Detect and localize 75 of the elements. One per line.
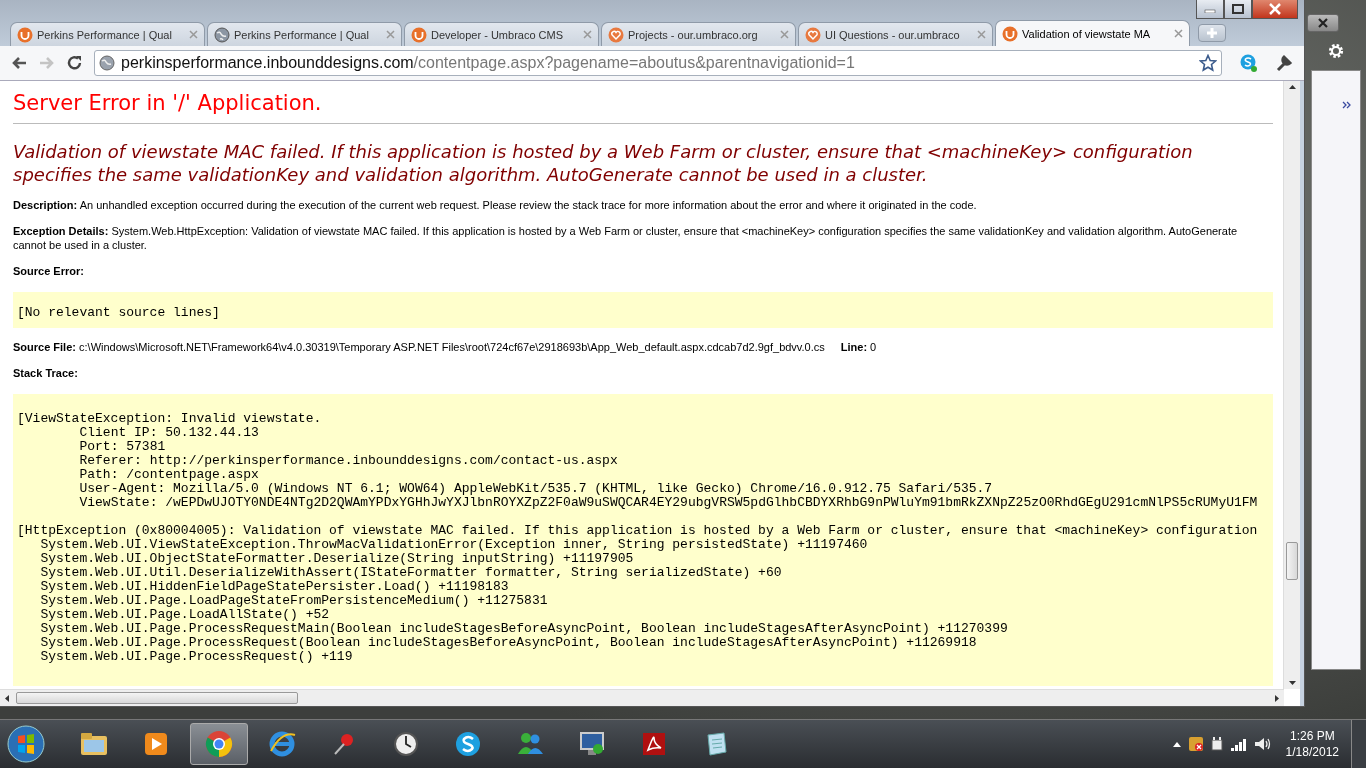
globe-icon bbox=[99, 55, 115, 71]
scroll-up-icon[interactable] bbox=[1287, 84, 1297, 90]
browser-tab[interactable]: Developer - Umbraco CMS bbox=[404, 22, 599, 46]
shield-icon[interactable] bbox=[1187, 736, 1204, 752]
stack-trace-text: [HttpException (0x80004005): Validation of viewstate MAC failed. If this application is hosted by a Web Farm or cluster, ensure that <machineKey> configuration System.Web.UI.ViewStateException.ThrowMacValidationError(Exception inner, String persistedState) +11197460 System.Web.UI.ObjectStateFormatter.Deserialize(String inputString) +11197905 System.Web.UI.Util.DeserializeWithAssert(IStateFormatter formatter, String serializedState) +60 System.Web.UI.HiddenFieldPageStatePersister.Load() +11198183 System.Web.UI.Page.LoadPageStateFromPersistenceMedium() +11275831 System.Web.UI.Page.LoadAllState() +52 System.Web.UI.Page.ProcessRequestMain(Boolean includeStagesBeforeAsyncPoint, Boolean includeStagesAfterAsyncPoint) +11270399 System.Web.UI.Page.ProcessRequest(Boolean includeStagesBeforeAsyncPoint, Boolean includeStagesAfterAsyncPoint) +11269918 System.Web.UI.Page.ProcessRequest() +119 bbox=[17, 524, 1259, 664]
tab-title: Validation of viewstate MA bbox=[1022, 27, 1152, 40]
umbraco-logo-icon bbox=[17, 26, 33, 43]
browser-tab[interactable]: Projects - our.umbraco.org bbox=[601, 22, 796, 46]
close-button[interactable] bbox=[1252, 0, 1298, 19]
plus-icon bbox=[1206, 27, 1218, 39]
error-detail: Exception Details: System.Web.HttpException: Validation of viewstate MAC failed. If this application is hosted by a Web Farm or cluster, ensure that <machineKey> configuration specifies the same validationKey and validation algorithm. AutoGenerate cannot be used in a cluster. bbox=[13, 224, 1239, 252]
address-bar[interactable]: perkinsperformance.inbounddesigns.com/contentpage.aspx?pagename=aboutus&parentnavigationid=1 bbox=[94, 50, 1222, 76]
umbraco-logo-icon bbox=[1002, 25, 1018, 42]
maximize-button[interactable] bbox=[1224, 0, 1252, 19]
skype-icon[interactable] bbox=[1238, 53, 1258, 73]
scroll-left-icon[interactable] bbox=[4, 693, 10, 703]
close-icon bbox=[1317, 17, 1329, 29]
settings-icon[interactable] bbox=[1326, 42, 1345, 60]
new-tab-button[interactable] bbox=[1198, 24, 1226, 42]
minimize-button[interactable] bbox=[1196, 0, 1224, 19]
signal-icon[interactable] bbox=[1229, 737, 1248, 751]
error-detail: Description: An unhandled exception occurred during the execution of the current web request. Please review the stack trace for more information about the error and where it originated in the code. bbox=[13, 198, 978, 212]
close-tab-icon[interactable] bbox=[1174, 29, 1183, 38]
tab-title: Projects - our.umbraco.org bbox=[628, 28, 759, 41]
tab-title: Developer - Umbraco CMS bbox=[431, 28, 565, 41]
url-host: perkinsperformance.inbounddesigns.com bbox=[121, 54, 414, 71]
pdf-icon bbox=[640, 730, 668, 758]
clock-time: 1:26 PM bbox=[1289, 728, 1335, 744]
close-button[interactable] bbox=[1307, 14, 1339, 32]
back-icon[interactable] bbox=[10, 55, 28, 71]
play-icon bbox=[142, 730, 170, 758]
section-heading: Source Error: bbox=[13, 264, 85, 278]
speaker-icon[interactable] bbox=[1253, 736, 1272, 752]
scroll-thumb[interactable] bbox=[16, 692, 298, 704]
wrench-icon[interactable] bbox=[1274, 53, 1294, 73]
start-button[interactable] bbox=[6, 724, 46, 764]
code-block: [No relevant source lines] bbox=[13, 292, 1273, 328]
browser-tab[interactable]: Validation of viewstate MA bbox=[995, 20, 1190, 46]
clock-icon bbox=[392, 730, 420, 758]
section-heading: Stack Trace: bbox=[13, 366, 79, 380]
monitor-icon bbox=[577, 730, 607, 758]
globe-icon bbox=[214, 26, 230, 43]
umbraco-logo-icon bbox=[411, 26, 427, 43]
scroll-thumb[interactable] bbox=[1286, 542, 1298, 580]
skype-icon bbox=[453, 729, 483, 759]
line-number: Line: 0 bbox=[840, 340, 877, 354]
reload-icon[interactable] bbox=[66, 54, 84, 72]
show-hidden-icons[interactable] bbox=[1171, 740, 1182, 748]
error-message: Validation of viewstate MAC failed. If this application is hosted by a Web Farm or cluster, ensure that <machineKey> configuration specifies the same validationKey and validation algorithm. AutoGenerate cannot be used in a cluster. bbox=[13, 140, 1194, 186]
maximize-icon bbox=[1231, 3, 1245, 15]
bookmark-star-icon[interactable] bbox=[1199, 54, 1217, 72]
browser-taskbar-button[interactable] bbox=[190, 723, 248, 765]
vertical-scrollbar[interactable] bbox=[1283, 81, 1300, 689]
chevron-right-icon[interactable] bbox=[1341, 101, 1352, 109]
tab-title: Perkins Performance | Qual bbox=[234, 28, 370, 41]
error-title: Server Error in '/' Application. bbox=[13, 91, 323, 115]
scroll-right-icon[interactable] bbox=[1274, 693, 1280, 703]
tab-title: Perkins Performance | Qual bbox=[37, 28, 173, 41]
browser-tab[interactable]: Perkins Performance | Qual bbox=[207, 22, 402, 46]
scroll-down-icon[interactable] bbox=[1287, 680, 1297, 686]
show-desktop-button[interactable] bbox=[1351, 720, 1366, 768]
e-logo-icon bbox=[267, 729, 297, 759]
url-path: /contentpage.aspx?pagename=aboutus&parentnavigationid=1 bbox=[413, 54, 855, 71]
browser-tab[interactable]: UI Questions - our.umbraco bbox=[798, 22, 993, 46]
power-plug-icon[interactable] bbox=[1209, 736, 1224, 752]
folder-icon bbox=[79, 730, 109, 758]
close-icon bbox=[1267, 3, 1283, 15]
clock[interactable]: 1:26 PM 1/18/2012 bbox=[1285, 728, 1339, 760]
tab-title: UI Questions - our.umbraco bbox=[825, 28, 961, 41]
browser-tab[interactable]: Perkins Performance | Qual bbox=[10, 22, 205, 46]
clock-date: 1/18/2012 bbox=[1285, 744, 1339, 760]
source-file-path: Source File: c:\Windows\Microsoft.NET\Framework64\v4.0.30319\Temporary ASP.NET Files\root\724cf67e\2918693b\App_Web_default.aspx.cdcab7d2.9gf_bdvv.0.cs bbox=[13, 340, 825, 354]
horizontal-scrollbar[interactable] bbox=[0, 689, 1284, 706]
browser-logo-icon bbox=[204, 729, 234, 759]
stack-trace-text: [ViewStateException: Invalid viewstate. Client IP: 50.132.44.13 Port: 57381 Referer: http://perkinsperformance.inbounddesigns.com/contact-us.aspx Path: /contentpage.aspx User-Agent: Mozilla/5.0 (Windows NT 6.1; WOW64) AppleWebKit/535.7 (KHTML, like Gecko) Chrome/16.0.912.75 Safari/535.7 ViewState: /wEPDwUJOTY0NDE4NTg2D2QWAmYPDxYGHhJwYXJlbnROYXZpZ2F0aW9uSWQCAR4EY29ubgVRSW5pdGlhbCBDYXRhbG9nPWluYm91bmRkZXNpZ25zO0RhdGEgU291cmNlPS5cRUMyU1FM bbox=[17, 412, 1259, 510]
